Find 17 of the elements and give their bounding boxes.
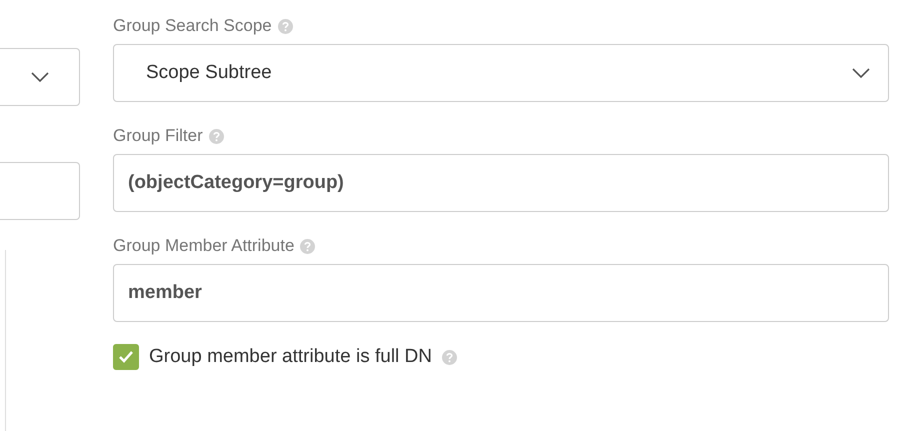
scope-select[interactable]: Scope Subtree — [113, 44, 889, 102]
help-icon[interactable] — [442, 350, 457, 364]
help-icon[interactable] — [300, 238, 316, 254]
checkbox[interactable] — [113, 344, 139, 370]
chevron-down-icon — [852, 68, 870, 78]
field-label: Group Search Scope — [113, 16, 272, 36]
text-input[interactable]: member — [113, 264, 889, 322]
input-field[interactable] — [0, 162, 80, 220]
checkbox-label: Group member attribute is full DN — [149, 346, 432, 368]
select-field[interactable] — [0, 48, 80, 106]
help-icon[interactable] — [208, 128, 224, 144]
checkmark-icon — [118, 350, 134, 364]
help-icon[interactable] — [278, 18, 293, 34]
text-input[interactable]: (objectCategory=group) — [113, 154, 889, 212]
chevron-down-icon — [30, 72, 48, 82]
field-label: Group Filter — [113, 126, 203, 146]
field-label: Group Member Attribute — [113, 236, 294, 256]
